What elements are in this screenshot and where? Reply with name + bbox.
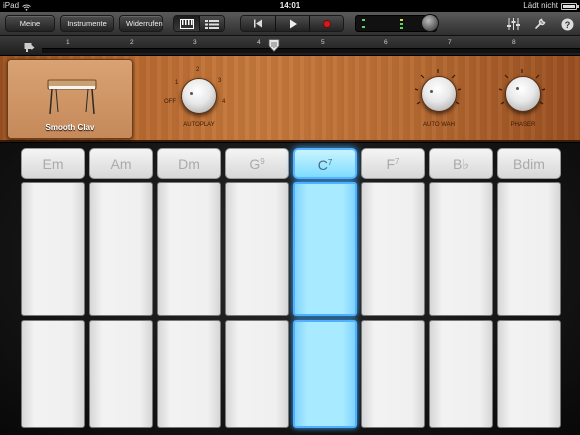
autoplay-2-label: 2 xyxy=(196,67,200,73)
instrument-panel: Smooth Clav OFF 1 2 3 4 AUTOPLAY AUTO WA… xyxy=(0,56,580,142)
timeline-ruler[interactable]: 1 2 3 4 5 6 7 8 xyxy=(0,36,580,56)
chord-button[interactable]: B♭ xyxy=(429,148,493,179)
clock: 14:01 xyxy=(279,1,301,10)
status-bar: iPad 14:01 Lädt nicht xyxy=(0,0,580,12)
chord-key-lower[interactable] xyxy=(429,320,493,428)
help-icon[interactable]: ? xyxy=(559,16,575,32)
chord-key-upper[interactable] xyxy=(21,182,85,316)
autoplay-1-label: 1 xyxy=(175,80,179,86)
instrument-name: Smooth Clav xyxy=(45,123,95,132)
chord-button[interactable]: Am xyxy=(89,148,153,179)
mixer-icon[interactable] xyxy=(505,16,521,32)
instrument-selector[interactable]: Smooth Clav xyxy=(7,59,133,139)
master-volume-knob[interactable] xyxy=(421,14,439,32)
bar-number: 5 xyxy=(321,39,325,46)
chord-button[interactable]: C7 xyxy=(293,148,357,179)
chord-key-lower[interactable] xyxy=(497,320,561,428)
instruments-button[interactable]: Instrumente xyxy=(60,15,114,32)
chord-strips: Em Am Dm G9 C7 F7 B♭ Bdim xyxy=(0,143,580,435)
undo-button[interactable]: Widerrufen xyxy=(119,15,163,32)
chord-key-upper[interactable] xyxy=(157,182,221,316)
bar-number: 2 xyxy=(130,39,134,46)
chord-button[interactable]: Bdim xyxy=(497,148,561,179)
chords-view-icon[interactable] xyxy=(174,16,199,31)
chord-key-upper[interactable] xyxy=(89,182,153,316)
record-icon[interactable] xyxy=(309,16,343,31)
chord-key-upper[interactable] xyxy=(497,182,561,316)
auto-wah-label: AUTO WAH xyxy=(422,122,455,128)
battery-icon xyxy=(561,2,579,10)
chord-key-lower[interactable] xyxy=(293,320,357,428)
chord-key-lower[interactable] xyxy=(21,320,85,428)
chord-key-upper[interactable] xyxy=(429,182,493,316)
play-icon[interactable] xyxy=(275,16,309,31)
transport-controls xyxy=(240,15,344,32)
autoplay-3-label: 3 xyxy=(218,78,222,84)
chord-button[interactable]: Dm xyxy=(157,148,221,179)
tracks-view-icon[interactable] xyxy=(199,16,224,31)
chord-key-lower[interactable] xyxy=(361,320,425,428)
phaser-label: PHASER xyxy=(510,122,536,128)
chord-button[interactable]: G9 xyxy=(225,148,289,179)
auto-wah-knob[interactable] xyxy=(421,76,457,112)
autoplay-4-label: 4 xyxy=(222,99,226,105)
bar-number: 8 xyxy=(512,39,516,46)
wrench-icon[interactable] xyxy=(532,16,548,32)
bar-number: 4 xyxy=(257,39,261,46)
rewind-icon[interactable] xyxy=(241,16,275,31)
chord-key-upper[interactable] xyxy=(361,182,425,316)
chord-key-lower[interactable] xyxy=(89,320,153,428)
chord-key-lower[interactable] xyxy=(225,320,289,428)
autoplay-knob[interactable] xyxy=(181,78,217,114)
autoplay-label: AUTOPLAY xyxy=(183,122,215,128)
view-mode-switch xyxy=(173,15,225,32)
autoplay-off-label: OFF xyxy=(164,99,176,105)
bar-number: 3 xyxy=(193,39,197,46)
charging-status: Lädt nicht xyxy=(523,1,558,10)
phaser-knob[interactable] xyxy=(505,76,541,112)
toolbar: Meine Songs Instrumente Widerrufen xyxy=(0,12,580,43)
chord-key-upper[interactable] xyxy=(293,182,357,316)
chord-button[interactable]: Em xyxy=(21,148,85,179)
chord-key-lower[interactable] xyxy=(157,320,221,428)
svg-text:?: ? xyxy=(564,19,570,29)
timeline-track xyxy=(42,48,580,53)
electric-piano-icon xyxy=(46,74,98,121)
chord-button[interactable]: F7 xyxy=(361,148,425,179)
bar-number: 7 xyxy=(448,39,452,46)
bar-number: 1 xyxy=(66,39,70,46)
my-songs-button[interactable]: Meine Songs xyxy=(5,15,55,43)
bar-number: 6 xyxy=(384,39,388,46)
chord-key-upper[interactable] xyxy=(225,182,289,316)
playhead[interactable] xyxy=(268,39,280,53)
